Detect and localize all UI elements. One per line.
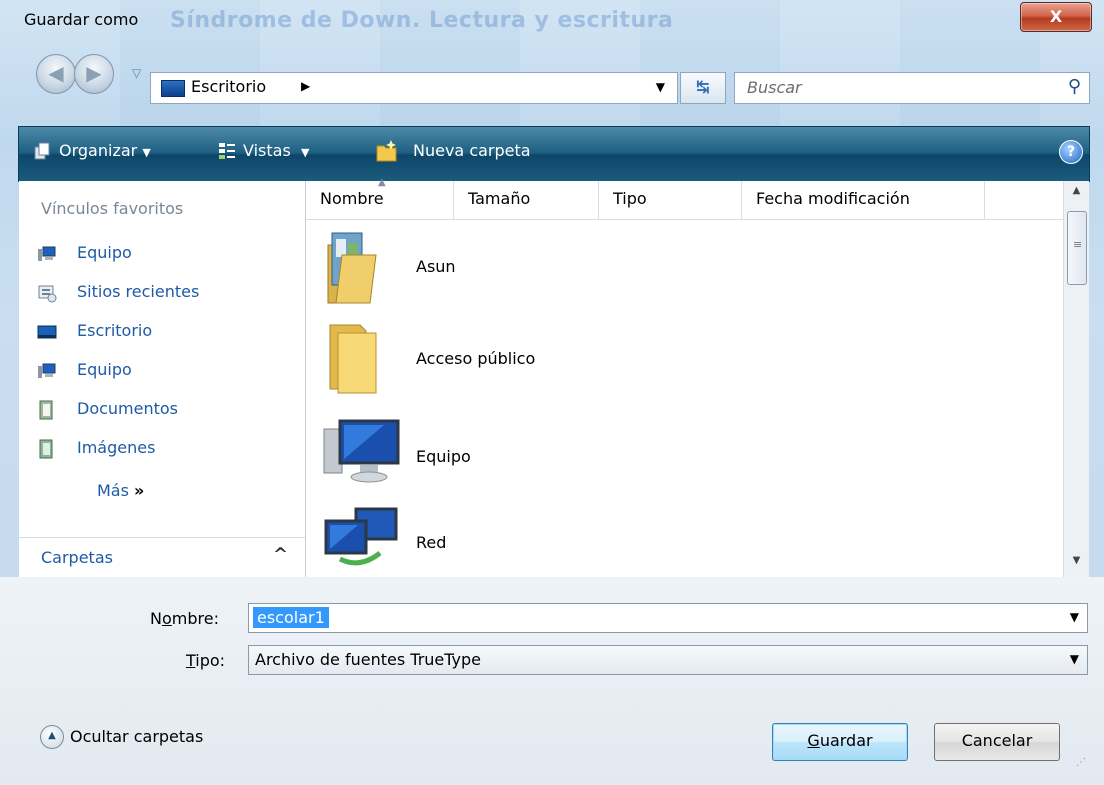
sort-ascending-icon: ▲	[378, 177, 386, 188]
column-header-label: Tipo	[613, 189, 647, 208]
column-header-label: Tamaño	[468, 189, 531, 208]
organize-dropdown-icon: ▼	[142, 146, 151, 159]
save-label-rest: uardar	[819, 731, 873, 750]
organize-label: Organizar	[59, 141, 138, 160]
dialog-title: Guardar como	[24, 10, 139, 29]
address-bar[interactable]: Escritorio ▶ ▼	[150, 72, 678, 104]
file-name-value[interactable]: escolar1	[253, 607, 329, 628]
type-field-label: Tipo:	[186, 651, 225, 670]
name-label-part: N	[150, 609, 162, 628]
favorite-links-heading: Vínculos favoritos	[41, 199, 184, 218]
column-header-date-modified[interactable]: Fecha modificación	[742, 181, 985, 220]
save-accesskey: G	[807, 731, 820, 750]
sidebar-item-label: Escritorio	[77, 321, 153, 340]
scroll-down-icon[interactable]: ▼	[1064, 555, 1089, 573]
file-name: Red	[416, 533, 447, 552]
scroll-thumb[interactable]: ≡	[1067, 211, 1087, 285]
scroll-up-icon[interactable]: ▲	[1064, 185, 1089, 203]
more-links[interactable]: Más »	[97, 481, 144, 500]
resize-grip-icon[interactable]: ⋰	[1076, 757, 1086, 768]
user-folder-icon	[327, 232, 377, 304]
forward-arrow-icon: ▶	[86, 61, 102, 85]
name-label-accesskey: o	[161, 609, 172, 628]
new-folder-button[interactable]: Nueva carpeta	[413, 141, 531, 160]
views-icon	[219, 143, 235, 159]
column-header-label: Nombre	[320, 189, 384, 208]
computer-icon	[38, 246, 56, 261]
sidebar-item-label: Equipo	[77, 243, 132, 262]
column-header-filler	[985, 181, 1063, 220]
documents-icon	[39, 400, 53, 420]
forward-button[interactable]: ▶	[74, 54, 114, 94]
save-as-dialog: Síndrome de Down. Lectura y escritura Gu…	[0, 0, 1104, 785]
chevron-down-icon[interactable]: ▼	[1070, 610, 1079, 624]
network-icon	[324, 507, 398, 566]
column-header-nombre[interactable]: ▲ Nombre	[306, 177, 454, 220]
folders-label: Carpetas	[41, 548, 113, 567]
views-dropdown-icon: ▼	[300, 146, 310, 159]
close-button[interactable]: X	[1020, 2, 1092, 32]
chevron-up-icon[interactable]: ^	[273, 544, 288, 565]
recent-places-icon	[38, 285, 57, 303]
back-arrow-icon: ◀	[48, 61, 64, 85]
file-name: Equipo	[416, 447, 471, 466]
more-label: Más	[97, 481, 129, 500]
background-window-title: Síndrome de Down. Lectura y escritura	[170, 8, 674, 33]
cancel-button[interactable]: Cancelar	[934, 723, 1060, 761]
command-toolbar: Organizar ▼ Vistas ▼ Nueva carpeta ?	[18, 126, 1090, 182]
title-bar: Síndrome de Down. Lectura y escritura Gu…	[0, 0, 1104, 36]
sidebar-item-label: Imágenes	[77, 438, 156, 457]
chevron-up-circle-icon[interactable]: ▲	[40, 725, 64, 749]
back-button[interactable]: ◀	[36, 54, 76, 94]
file-name-input[interactable]: escolar1 ▼	[248, 603, 1088, 633]
name-field-label: Nombre:	[150, 609, 219, 628]
name-label-part: mbre:	[171, 609, 219, 628]
desktop-icon	[161, 80, 185, 97]
help-icon[interactable]: ?	[1059, 140, 1083, 164]
type-label-part: ipo:	[195, 651, 226, 670]
file-type-value: Archivo de fuentes TrueType	[255, 650, 482, 669]
sidebar-item-label: Sitios recientes	[77, 282, 200, 301]
views-button[interactable]: Vistas ▼	[243, 141, 309, 160]
chevron-down-icon[interactable]: ▼	[1070, 652, 1079, 666]
folders-toggle[interactable]: Carpetas ^	[19, 537, 305, 578]
organize-button[interactable]: Organizar ▼	[59, 141, 151, 160]
chevron-double-right-icon: »	[134, 481, 145, 500]
breadcrumb-arrow-icon[interactable]: ▶	[301, 79, 310, 93]
save-button[interactable]: Guardar	[772, 723, 908, 761]
search-input[interactable]: Buscar ⚲	[734, 72, 1090, 104]
computer-icon	[323, 419, 400, 483]
file-list: ▲ Nombre Tamaño Tipo Fecha modificación …	[306, 177, 1088, 577]
pictures-icon	[39, 439, 53, 459]
organize-icon	[34, 142, 50, 160]
sidebar-item-label: Documentos	[77, 399, 179, 418]
file-type-select[interactable]: Archivo de fuentes TrueType ▼	[248, 645, 1088, 675]
new-folder-icon	[376, 140, 397, 162]
refresh-icon: ↹	[696, 77, 710, 96]
file-name: Acceso público	[416, 349, 536, 368]
computer-icon	[38, 363, 56, 378]
file-name: Asun	[416, 257, 456, 276]
grip-icon: ≡	[1073, 238, 1083, 251]
dialog-footer: Nombre: escolar1 ▼ Tipo: Archivo de fuen…	[0, 577, 1104, 785]
refresh-button[interactable]: ↹	[680, 72, 726, 104]
desktop-icon	[37, 325, 57, 339]
address-location[interactable]: Escritorio	[191, 77, 266, 96]
views-label: Vistas	[243, 141, 291, 160]
recent-pages-dropdown[interactable]: ▽	[132, 66, 141, 80]
search-icon[interactable]: ⚲	[1068, 76, 1081, 97]
address-dropdown-icon[interactable]: ▼	[656, 80, 665, 94]
folder-icon	[329, 324, 377, 394]
search-placeholder: Buscar	[747, 78, 802, 97]
vertical-scrollbar[interactable]: ▲ ≡ ▼	[1063, 181, 1089, 577]
type-label-accesskey: T	[186, 651, 196, 670]
sidebar-item-label: Equipo	[77, 360, 132, 379]
column-header-label: Fecha modificación	[756, 189, 910, 208]
column-header-type[interactable]: Tipo	[599, 181, 742, 220]
hide-folders-button[interactable]: Ocultar carpetas	[70, 727, 203, 746]
navigation-pane: Vínculos favoritos Equipo Sitios recient…	[19, 181, 306, 578]
column-header-size[interactable]: Tamaño	[454, 181, 599, 220]
